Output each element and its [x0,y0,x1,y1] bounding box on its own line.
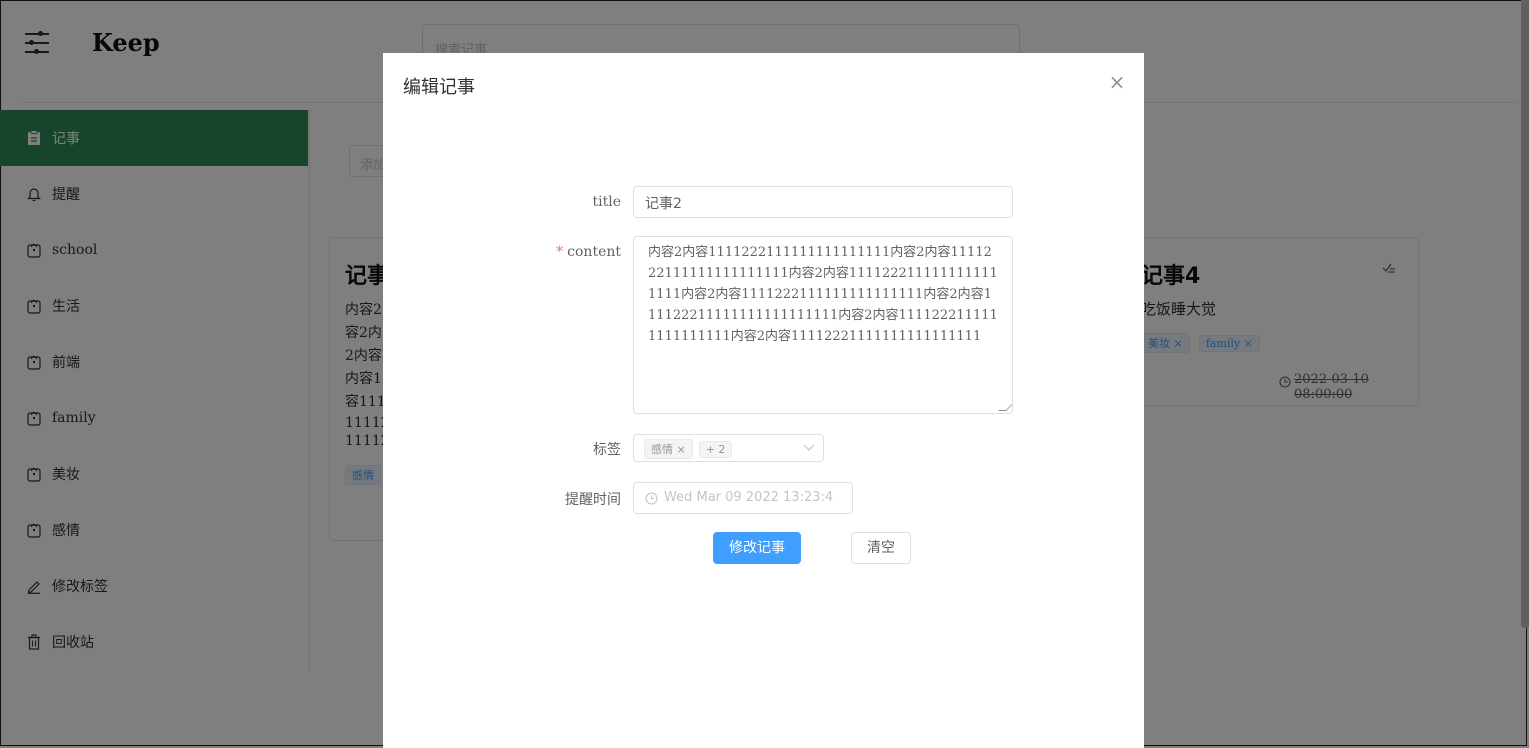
tag-remove-icon[interactable]: × [677,443,686,456]
dialog-title: 编辑记事 [403,77,475,98]
clock-icon [645,492,658,509]
tags-select[interactable]: 感情 × + 2 [633,434,824,462]
content-label: * content [556,244,621,260]
title-label: title [592,194,622,210]
reminder-datetime-input[interactable]: Wed Mar 09 2022 13:23:4 [633,482,853,514]
tags-label: 标签 [593,442,621,458]
tag-more-chip: + 2 [698,441,733,458]
reminder-label: 提醒时间 [565,492,621,508]
chevron-down-icon [803,441,815,457]
submit-edit-button[interactable]: 修改记事 [713,532,801,564]
title-input[interactable]: 记事2 [633,186,1013,218]
edit-note-dialog: 编辑记事 × title 记事2 * content 内容2内容111122211… [383,53,1144,748]
content-textarea[interactable]: 内容2内容1111222111111111111111内容2内容11112221… [633,236,1013,414]
resize-handle[interactable] [998,403,1012,411]
clear-button[interactable]: 清空 [851,532,911,564]
tag-chip: 感情 × [644,439,693,459]
close-icon[interactable]: × [1108,72,1126,92]
